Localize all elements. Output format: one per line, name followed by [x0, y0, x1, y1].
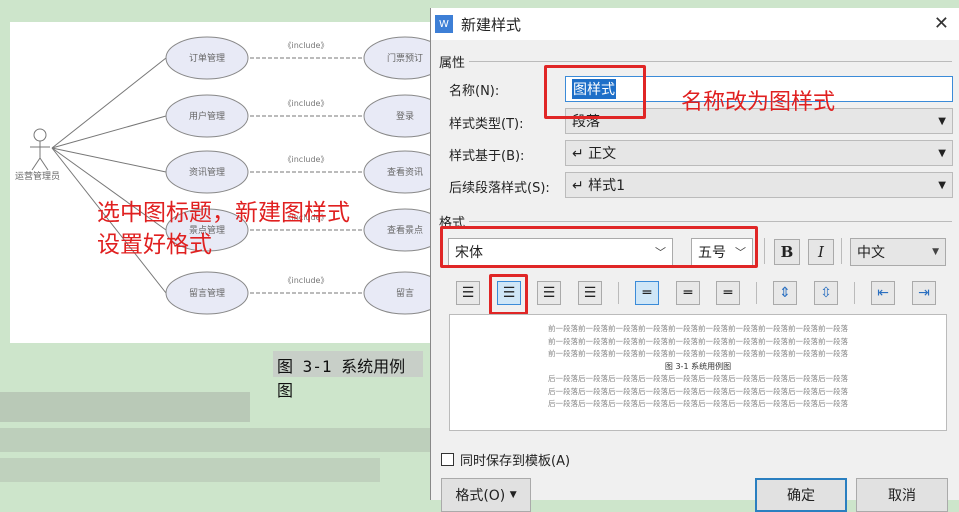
- paragraph-spacing-icon: ⇕: [779, 285, 791, 301]
- association-line: [51, 115, 167, 149]
- highlight-box: [489, 274, 528, 315]
- use-case-diagram: 运营管理员 订单管理 门票预订 《include》 用户管理 登录 《include》 资讯…: [10, 22, 430, 343]
- style-preview: 前一段落前一段落前一段落前一段落前一段落前一段落前一段落前一段落前一段落前一段落…: [449, 314, 947, 431]
- preview-before-line: 前一段落前一段落前一段落前一段落前一段落前一段落前一段落前一段落前一段落前一段落: [548, 324, 848, 333]
- included-use-case-label: 查看景点: [387, 224, 423, 236]
- decrease-para-spacing-button[interactable]: ⇳: [814, 281, 838, 305]
- dropdown-arrow-icon: ▼: [938, 115, 946, 127]
- include-label: 《include》: [284, 41, 329, 50]
- next-style-select[interactable]: ↵ 样式1 ▼: [565, 172, 953, 198]
- wps-app-icon: W: [435, 15, 453, 33]
- association-line: [51, 57, 167, 149]
- use-case-label: 留言管理: [189, 287, 225, 299]
- preview-after-line: 后一段落后一段落后一段落后一段落后一段落后一段落后一段落后一段落后一段落后一段落: [548, 374, 848, 383]
- included-use-case-label: 登录: [396, 111, 414, 122]
- line-spacing-icon: ═: [723, 285, 733, 301]
- line-spacing-icon: ═: [642, 285, 652, 301]
- highlight-box: [440, 226, 758, 268]
- highlight-box: [544, 65, 646, 119]
- blurred-text: [0, 458, 380, 482]
- annotation-line1: 选中图标题，新建图样式: [97, 200, 350, 226]
- close-icon[interactable]: ✕: [934, 13, 949, 34]
- increase-para-spacing-button[interactable]: ⇕: [773, 281, 797, 305]
- name-annotation: 名称改为图样式: [681, 90, 836, 115]
- increase-indent-button[interactable]: ⇥: [912, 281, 936, 305]
- blurred-text: [0, 428, 430, 452]
- decrease-indent-button[interactable]: ⇤: [871, 281, 895, 305]
- double-spacing-button[interactable]: ═: [716, 281, 740, 305]
- ok-button[interactable]: 确定: [755, 478, 847, 512]
- annotation-text: 选中图标题，新建图样式 设置好格式: [97, 197, 350, 261]
- preview-before-line: 前一段落前一段落前一段落前一段落前一段落前一段落前一段落前一段落前一段落前一段落: [548, 336, 848, 346]
- blurred-text: [0, 392, 250, 422]
- preview-caption: 图 3-1 系统用例图: [664, 361, 732, 371]
- included-use-case-label: 查看资讯: [387, 166, 423, 178]
- line-spacing-icon: ═: [683, 285, 693, 301]
- included-use-case-label: 留言: [396, 287, 414, 299]
- based-on-label: 样式基于(B):: [449, 149, 525, 164]
- align-right-icon: ☰: [542, 285, 556, 301]
- based-on-value: ↵ 正文: [572, 146, 617, 162]
- new-style-dialog: W 新建样式 ✕ 属性 名称(N): 图样式 样式类型(T): 段落 ▼ 样式基于…: [430, 8, 959, 512]
- diagram-svg: 运营管理员 订单管理 门票预订《include》用户管理 登录《include》资讯…: [15, 36, 430, 315]
- preview-before-line: 前一段落前一段落前一段落前一段落前一段落前一段落前一段落前一段落前一段落前一段落: [548, 349, 848, 358]
- indent-icon: ⇥: [918, 285, 930, 301]
- dropdown-arrow-icon: ▼: [938, 179, 946, 191]
- use-case-label: 用户管理: [189, 110, 225, 122]
- included-use-case-label: 门票预订: [387, 52, 423, 64]
- format-menu-button[interactable]: 格式(O) ▼: [441, 478, 531, 512]
- divider: [618, 282, 619, 304]
- include-label: 《include》: [284, 155, 329, 164]
- use-case-label: 订单管理: [189, 52, 225, 64]
- save-to-template-checkbox[interactable]: 同时保存到模板(A): [441, 450, 570, 469]
- actor-label: 运营管理员: [15, 170, 60, 182]
- italic-button[interactable]: I: [808, 239, 834, 265]
- align-left-button[interactable]: ☰: [456, 281, 480, 305]
- dialog-title: 新建样式: [461, 15, 522, 34]
- one-half-spacing-button[interactable]: ═: [676, 281, 700, 305]
- next-style-value: ↵ 样式1: [572, 178, 626, 194]
- script-select[interactable]: 中文 ▼: [850, 238, 946, 266]
- align-right-button[interactable]: ☰: [537, 281, 561, 305]
- next-style-label: 后续段落样式(S):: [449, 181, 550, 196]
- figure-caption[interactable]: 图 3-1 系统用例图: [273, 351, 423, 400]
- cancel-button[interactable]: 取消: [856, 478, 948, 512]
- format-button-label: 格式(O): [455, 488, 506, 504]
- justify-icon: ☰: [583, 285, 597, 301]
- divider: [764, 238, 765, 264]
- single-spacing-button[interactable]: ═: [635, 281, 659, 305]
- dropdown-arrow-icon: ▼: [938, 147, 946, 159]
- dialog-titlebar: W 新建样式 ✕: [431, 8, 959, 40]
- based-on-select[interactable]: ↵ 正文 ▼: [565, 140, 953, 166]
- use-case-label: 资讯管理: [189, 166, 225, 178]
- paragraph-spacing-icon: ⇳: [820, 285, 832, 301]
- outdent-icon: ⇤: [877, 285, 889, 301]
- script-value: 中文: [857, 245, 885, 261]
- align-left-icon: ☰: [461, 285, 475, 301]
- include-label: 《include》: [284, 99, 329, 108]
- properties-label: 属性: [439, 56, 466, 71]
- preview-after-line: 后一段落后一段落后一段落后一段落后一段落后一段落后一段落后一段落后一段落后一段落: [548, 386, 848, 396]
- checkbox-icon: [441, 453, 454, 466]
- divider: [756, 282, 757, 304]
- divider: [841, 238, 842, 264]
- include-label: 《include》: [284, 276, 329, 285]
- divider: [854, 282, 855, 304]
- justify-button[interactable]: ☰: [578, 281, 602, 305]
- document-area: 运营管理员 订单管理 门票预订 《include》 用户管理 登录 《include》 资讯…: [0, 0, 430, 500]
- dropdown-arrow-icon: ▼: [932, 247, 939, 257]
- save-to-template-label: 同时保存到模板(A): [460, 454, 571, 469]
- properties-group-label: 属性: [439, 52, 952, 71]
- dropdown-arrow-icon: ▼: [509, 490, 517, 500]
- bold-button[interactable]: B: [774, 239, 800, 265]
- annotation-line2: 设置好格式: [97, 232, 212, 258]
- preview-after-line: 后一段落后一段落后一段落后一段落后一段落后一段落后一段落后一段落后一段落后一段落: [548, 399, 848, 408]
